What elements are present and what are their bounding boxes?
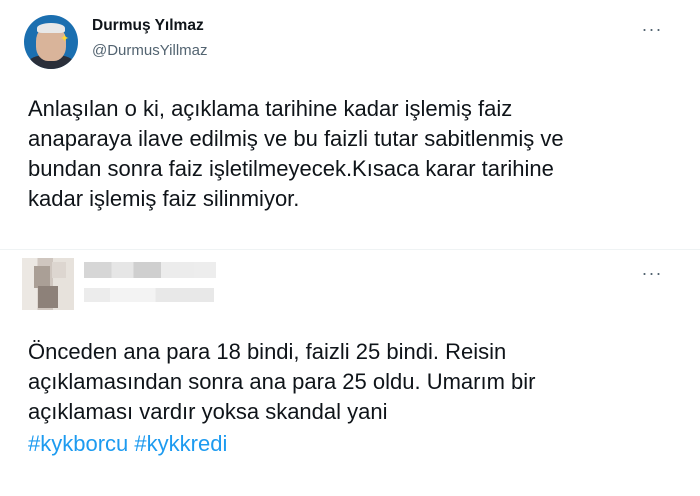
hashtag-list: #kykborcu #kykkredi [28, 429, 227, 459]
avatar-hair [37, 23, 65, 33]
tweet-text-line: Önceden ana para 18 bindi, faizli 25 bin… [28, 339, 507, 364]
tweet-1[interactable]: ✦ Durmuş Yılmaz @DurmusYillmaz ··· Anlaş… [0, 0, 700, 250]
blurred-author-name-part [194, 262, 216, 278]
tweet-text: Önceden ana para 18 bindi, faizli 25 bin… [28, 337, 678, 427]
blurred-author-name [84, 262, 194, 278]
hashtag-link[interactable]: #kykkredi [134, 431, 227, 456]
author-name[interactable]: Durmuş Yılmaz [92, 17, 204, 35]
blurred-avatar [22, 258, 74, 310]
tweet-text-line: açıklaması vardır yoksa skandal yani [28, 399, 388, 424]
blurred-author-handle [84, 288, 214, 302]
author-avatar[interactable]: ✦ [24, 15, 78, 69]
party-emblem-icon: ✦ [60, 33, 70, 45]
more-options-icon[interactable]: ··· [640, 20, 664, 38]
more-options-icon[interactable]: ··· [640, 264, 664, 282]
tweet-text-line: açıklamasından sonra ana para 25 oldu. U… [28, 369, 536, 394]
hashtag-link[interactable]: #kykborcu [28, 431, 128, 456]
author-handle[interactable]: @DurmusYillmaz [92, 42, 208, 59]
tweet-text: Anlaşılan o ki, açıklama tarihine kadar … [28, 96, 564, 211]
